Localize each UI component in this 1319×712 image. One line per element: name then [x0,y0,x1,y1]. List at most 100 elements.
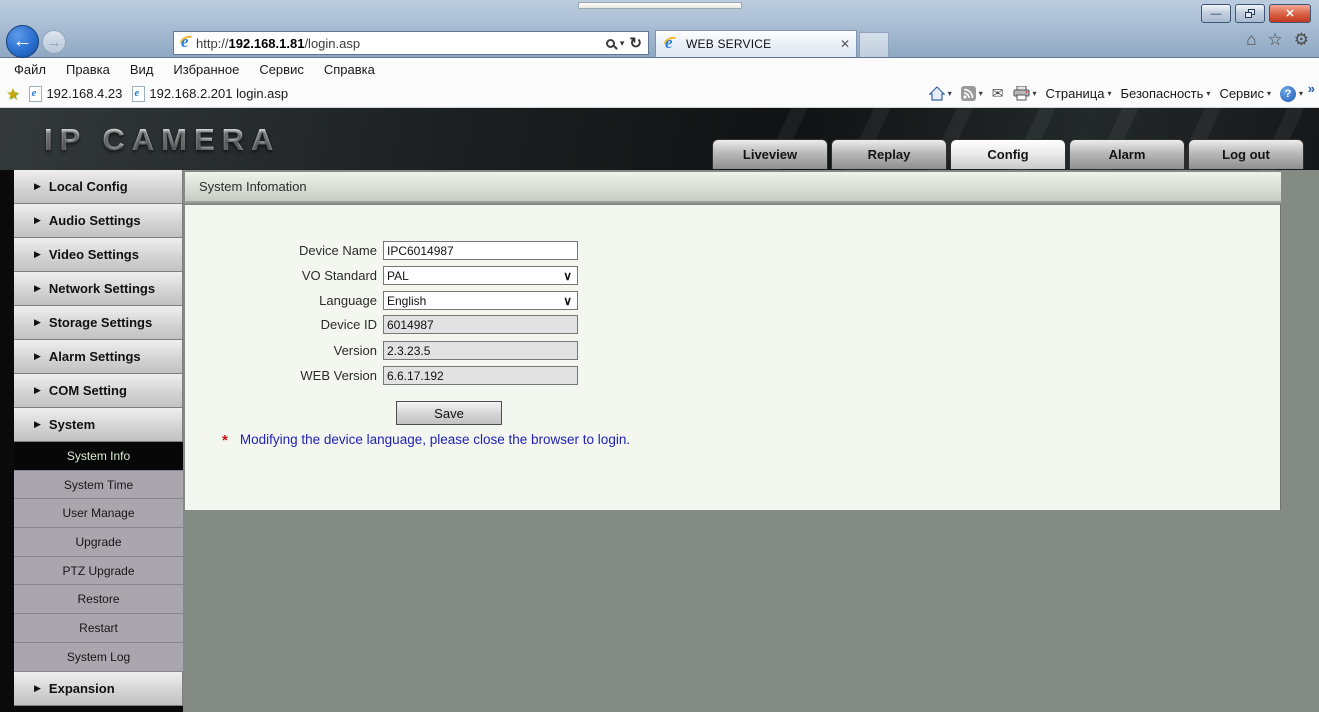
tab-liveview[interactable]: Liveview [712,139,828,169]
chevron-right-icon: ▶ [34,351,41,362]
vo-standard-label: VO Standard [185,268,383,283]
browser-chrome: — ✕ ← → e http://192.168.1.81/login.asp … [0,0,1319,58]
house-icon [929,86,945,101]
main-content: System Infomation Device Name VO Standar… [183,170,1319,712]
menu-tools[interactable]: Сервис [249,62,314,77]
chrome-action-icons: ⌂ ☆ ⚙ [1246,30,1309,50]
chevron-right-icon: ▶ [34,683,41,694]
device-id-value: 6014987 [383,315,578,334]
sidebar-item-alarm-settings[interactable]: ▶ Alarm Settings [14,340,183,374]
close-button[interactable]: ✕ [1269,4,1311,23]
language-label: Language [185,293,383,308]
favorites-star-icon[interactable]: ☆ [1268,30,1283,50]
back-button[interactable]: ← [6,25,39,58]
sidebar-item-restore[interactable]: Restore [14,585,183,614]
browser-window: — ✕ ← → e http://192.168.1.81/login.asp … [0,0,1319,712]
sidebar-item-com-setting[interactable]: ▶ COM Setting [14,374,183,408]
version-value: 2.3.23.5 [383,341,578,360]
toolbar-overflow-icon[interactable]: » [1308,81,1315,96]
restore-icon [1245,9,1255,18]
search-dropdown-icon[interactable]: ▾ [620,38,625,49]
sidebar-item-system-log[interactable]: System Log [14,643,183,672]
url-text[interactable]: http://192.168.1.81/login.asp [196,36,606,51]
address-bar-controls: ▾ ↻ [606,34,644,52]
sidebar-item-system-time[interactable]: System Time [14,471,183,500]
chevron-right-icon: ▶ [34,249,41,260]
home-page-button[interactable]: ▾ [929,86,952,101]
sidebar-item-network-settings[interactable]: ▶ Network Settings [14,272,183,306]
device-id-label: Device ID [185,317,383,332]
window-controls: — ✕ [1201,4,1311,23]
web-version-label: WEB Version [185,368,383,383]
favorite-link[interactable]: e 192.168.2.201 login.asp [132,86,288,102]
form-row-language: Language English ∨ [185,291,578,310]
menu-edit[interactable]: Правка [56,62,120,77]
tab-replay[interactable]: Replay [831,139,947,169]
sidebar-item-restart[interactable]: Restart [14,614,183,643]
tools-menu-button[interactable]: Сервис▾ [1219,86,1271,101]
tab-logout[interactable]: Log out [1188,139,1304,169]
sidebar-item-upgrade[interactable]: Upgrade [14,528,183,557]
sidebar-item-system[interactable]: ▶ System [14,408,183,442]
ie-favicon: e [178,34,196,52]
menu-help[interactable]: Справка [314,62,385,77]
security-menu-button[interactable]: Безопасность▾ [1120,86,1210,101]
page-title: System Infomation [185,172,1281,203]
device-name-input[interactable] [383,241,578,260]
rss-icon [961,86,976,101]
search-icon[interactable] [606,39,615,48]
add-favorite-icon[interactable]: ★ [6,85,19,103]
page-menu-button[interactable]: Страница▾ [1046,86,1112,101]
sidebar-item-audio-settings[interactable]: ▶ Audio Settings [14,204,183,238]
form-row-vo-standard: VO Standard PAL ∨ [185,266,578,285]
favorites-bar: ★ e 192.168.4.23 e 192.168.2.201 login.a… [0,80,1319,108]
printer-icon [1013,86,1030,101]
page-body: ▶ Local Config ▶ Audio Settings ▶ Video … [0,170,1319,712]
address-bar[interactable]: e http://192.168.1.81/login.asp ▾ ↻ [173,31,649,55]
command-bar: ▾ ▾ ✉ ▾ Страница▾ Безопасность▾ Сервис▾ [929,80,1303,107]
menu-favorites[interactable]: Избранное [163,62,249,77]
sidebar-item-ptz-upgrade[interactable]: PTZ Upgrade [14,557,183,586]
app-header: IP CAMERA Liveview Replay Config Alarm L… [0,108,1319,170]
tab-close-icon[interactable]: ✕ [840,37,850,51]
tab-favicon-icon: e [662,35,680,53]
menu-file[interactable]: Файл [4,62,56,77]
home-icon[interactable]: ⌂ [1246,30,1256,50]
language-select[interactable]: English ∨ [383,291,578,310]
sidebar-item-expansion[interactable]: ▶ Expansion [14,672,183,706]
restore-button[interactable] [1235,4,1265,23]
read-mail-button[interactable]: ✉ [992,85,1004,102]
save-button[interactable]: Save [396,401,502,425]
chevron-down-icon: ∨ [563,269,574,283]
print-button[interactable]: ▾ [1013,86,1037,101]
chevron-right-icon: ▶ [34,283,41,294]
sidebar-item-local-config[interactable]: ▶ Local Config [14,170,183,204]
browser-tab[interactable]: e WEB SERVICE ✕ [655,30,857,57]
menu-view[interactable]: Вид [120,62,164,77]
sidebar-item-user-manage[interactable]: User Manage [14,499,183,528]
menu-bar: Файл Правка Вид Избранное Сервис Справка [0,58,1319,80]
favorite-link[interactable]: e 192.168.4.23 [29,86,122,102]
chevron-right-icon: ▶ [34,215,41,226]
minimize-button[interactable]: — [1201,4,1231,23]
app-logo: IP CAMERA [44,122,280,158]
form-row-web-version: WEB Version 6.6.17.192 [185,366,578,385]
navigation-bar: ← → e http://192.168.1.81/login.asp ▾ ↻ … [0,28,1319,58]
tab-title: WEB SERVICE [686,37,834,51]
rss-feed-button[interactable]: ▾ [961,86,983,101]
refresh-icon[interactable]: ↻ [629,34,642,52]
vo-standard-select[interactable]: PAL ∨ [383,266,578,285]
note-text: Modifying the device language, please cl… [240,432,630,447]
help-icon: ? [1280,86,1296,102]
sidebar-item-system-info[interactable]: System Info [14,442,183,471]
chevron-right-icon: ▶ [34,181,41,192]
chevron-right-icon: ▶ [34,419,41,430]
tab-alarm[interactable]: Alarm [1069,139,1185,169]
forward-button[interactable]: → [42,30,66,54]
sidebar-item-video-settings[interactable]: ▶ Video Settings [14,238,183,272]
help-menu-button[interactable]: ? ▾ [1280,86,1303,102]
tab-config[interactable]: Config [950,139,1066,169]
new-tab-button[interactable] [859,32,889,57]
gear-icon[interactable]: ⚙ [1294,30,1309,50]
sidebar-item-storage-settings[interactable]: ▶ Storage Settings [14,306,183,340]
